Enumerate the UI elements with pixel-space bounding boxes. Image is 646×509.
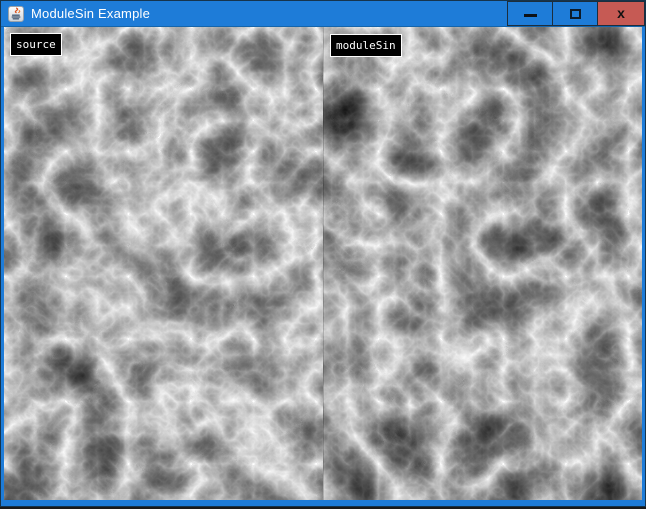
maximize-button[interactable] [552, 1, 598, 26]
close-button[interactable]: x [597, 1, 645, 26]
minimize-icon [524, 14, 537, 17]
panel-label-source: source [10, 33, 62, 56]
title-bar[interactable]: ModuleSin Example x [1, 1, 645, 27]
app-window: ModuleSin Example x [0, 0, 646, 507]
window-title: ModuleSin Example [31, 6, 150, 21]
panel-label-modulesin: moduleSin [330, 34, 402, 57]
noise-panel-source [4, 27, 323, 500]
java-coffee-cup-icon [8, 6, 24, 22]
close-icon: x [617, 6, 625, 20]
render-canvas: source moduleSin [4, 27, 642, 503]
panel-divider [323, 27, 324, 500]
noise-panel-modulesin [323, 27, 642, 500]
minimize-button[interactable] [507, 1, 553, 26]
maximize-icon [570, 9, 581, 19]
window-controls: x [508, 1, 645, 26]
